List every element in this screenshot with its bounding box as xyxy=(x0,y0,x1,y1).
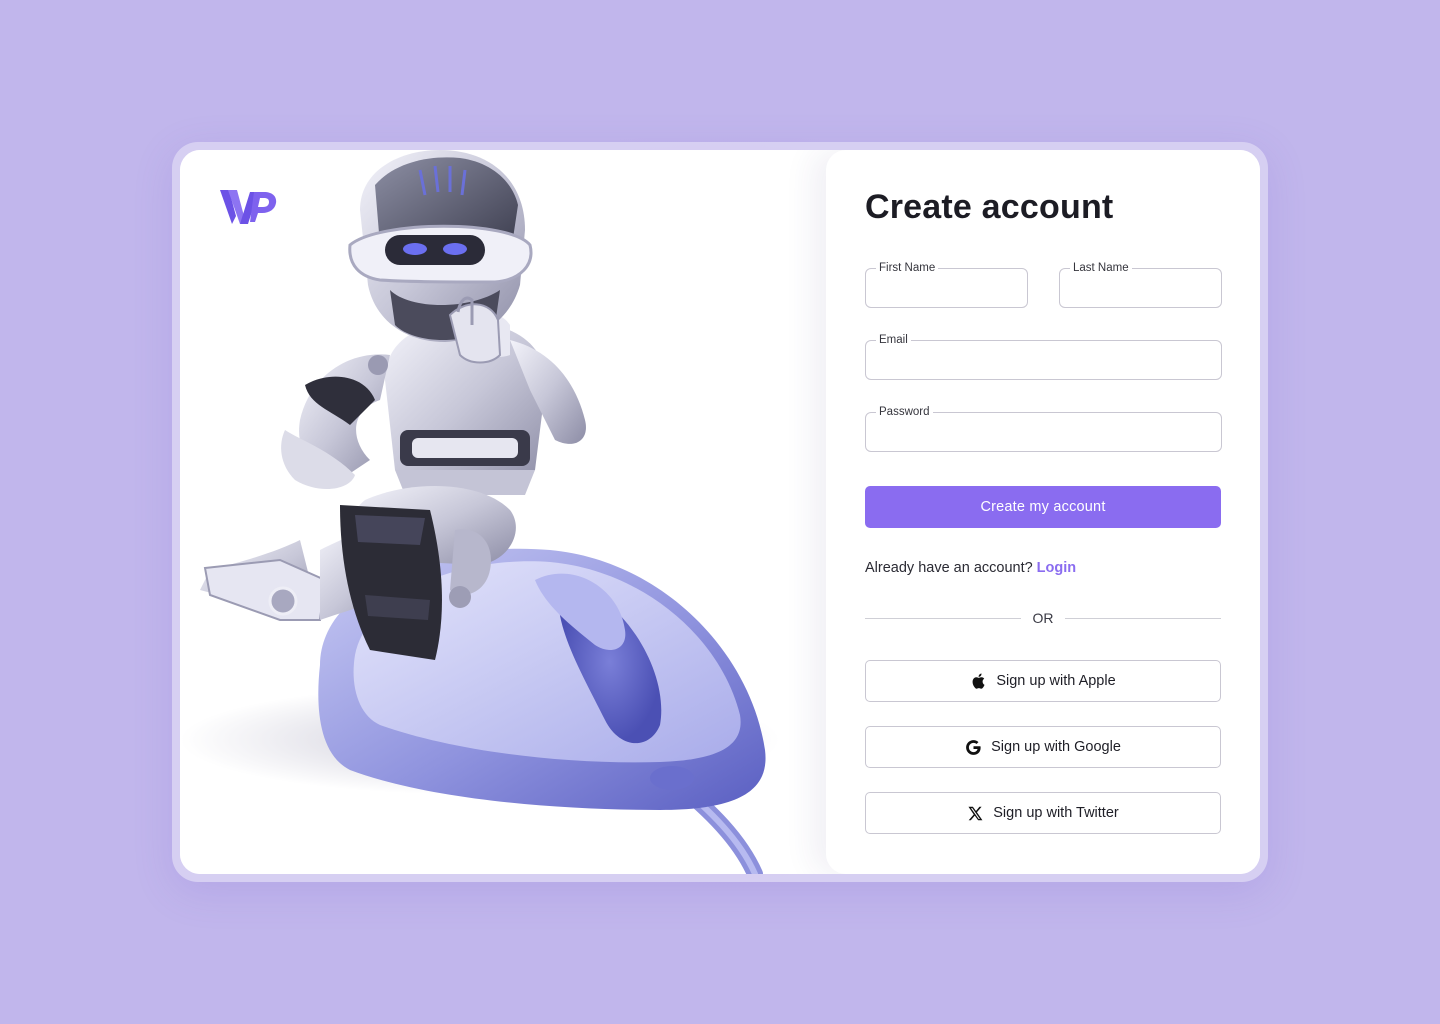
password-field[interactable]: Password xyxy=(865,405,1222,452)
x-twitter-icon xyxy=(967,805,983,821)
first-name-input[interactable] xyxy=(866,269,1027,307)
google-icon xyxy=(965,739,981,755)
twitter-signup-label: Sign up with Twitter xyxy=(993,805,1119,821)
apple-signup-label: Sign up with Apple xyxy=(996,673,1116,689)
page-title: Create account xyxy=(865,188,1114,226)
login-prompt-text: Already have an account? xyxy=(865,560,1033,576)
google-signup-button[interactable]: Sign up with Google xyxy=(865,726,1221,768)
last-name-input[interactable] xyxy=(1060,269,1221,307)
apple-icon xyxy=(970,673,986,689)
google-signup-label: Sign up with Google xyxy=(991,739,1121,755)
signup-form-panel: Create account First Name Last Name Emai… xyxy=(826,150,1260,874)
or-divider: OR xyxy=(865,610,1221,626)
wp-logo-icon xyxy=(220,190,277,224)
last-name-field[interactable]: Last Name xyxy=(1059,261,1222,308)
email-input[interactable] xyxy=(866,341,1221,379)
login-link[interactable]: Login xyxy=(1037,560,1076,576)
hero-panel xyxy=(180,150,826,874)
apple-signup-button[interactable]: Sign up with Apple xyxy=(865,660,1221,702)
first-name-field[interactable]: First Name xyxy=(865,261,1028,308)
divider-line-right xyxy=(1065,618,1221,619)
twitter-signup-button[interactable]: Sign up with Twitter xyxy=(865,792,1221,834)
robot-on-mouse-illustration xyxy=(180,150,780,874)
create-account-button[interactable]: Create my account xyxy=(865,486,1221,528)
login-prompt: Already have an account? Login xyxy=(865,560,1076,576)
password-input[interactable] xyxy=(866,413,1221,451)
email-field[interactable]: Email xyxy=(865,333,1222,380)
signup-card: Create account First Name Last Name Emai… xyxy=(180,150,1260,874)
